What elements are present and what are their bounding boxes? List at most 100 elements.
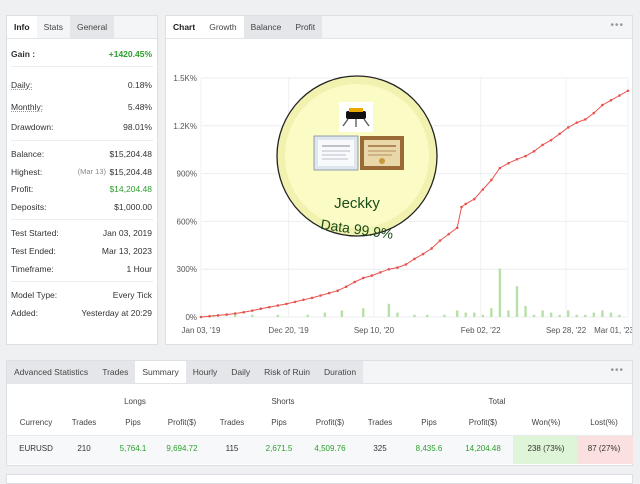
drawdown-value: 98.01% [123, 122, 152, 132]
growth-point [379, 271, 382, 274]
row-longs-pips: 5,764.1 [119, 444, 147, 453]
info-panel: Info Stats General Gain : +1420.45% Dail… [6, 15, 158, 345]
col-shorts-trades: Trades [219, 418, 245, 427]
growth-point [507, 161, 510, 165]
row-shorts-trades: 115 [225, 444, 239, 453]
growth-point [532, 149, 536, 153]
tab-stats[interactable]: Stats [37, 16, 70, 38]
deposits-row: Deposits: $1,000.00 [11, 200, 152, 214]
growth-point [233, 312, 237, 315]
growth-point [225, 313, 228, 316]
deposits-value: $1,000.00 [114, 202, 152, 212]
test-ended-value: Mar 13, 2023 [101, 246, 152, 256]
growth-point [319, 294, 322, 297]
growth-point [584, 118, 587, 121]
volume-bar [575, 314, 578, 317]
growth-point [455, 226, 459, 230]
volume-bar [592, 312, 596, 317]
growth-point [481, 188, 485, 191]
growth-point [302, 298, 305, 302]
growth-point [276, 304, 280, 307]
growth-point [541, 143, 544, 147]
col-total-trades: Trades [367, 418, 393, 427]
tab-advanced-statistics[interactable]: Advanced Statistics [7, 361, 96, 383]
daily-row: Daily: 0.18% [11, 78, 152, 92]
tab-summary[interactable]: Summary [135, 361, 186, 383]
growth-chart: 0% 300% 600% 900% 1.2K% 1.5K% Jan 03, '19 Dec … [173, 74, 632, 335]
y-tick-label: 0% [185, 313, 197, 322]
tab-risk-of-ruin[interactable]: Risk of Ruin [257, 361, 317, 383]
x-tick-label: Sep 10, '20 [354, 326, 395, 335]
stats-menu-button[interactable]: ••• [602, 361, 632, 383]
divider [11, 66, 153, 67]
growth-point [208, 314, 211, 318]
jeckky-watermark-logo: Jeckky Data 99.9% [276, 75, 438, 242]
gain-value: +1420.45% [108, 49, 152, 59]
robot-icon [339, 102, 373, 132]
col-total-pips: Pips [421, 418, 437, 427]
growth-point [199, 315, 203, 319]
col-longs-trades: Trades [71, 418, 97, 427]
growth-point [327, 291, 331, 295]
row-shorts-profit: 4,509.76 [314, 444, 346, 453]
deposits-label: Deposits: [11, 202, 47, 212]
tab-balance[interactable]: Balance [243, 16, 289, 38]
tab-duration[interactable]: Duration [317, 361, 364, 383]
model-type-row: Model Type: Every Tick [11, 288, 152, 302]
tab-daily[interactable]: Daily [224, 361, 258, 383]
growth-point [524, 154, 527, 158]
watermark-name: Jeckky [334, 195, 380, 212]
row-won: 238 (73%) [527, 444, 565, 453]
group-total: Total [488, 397, 506, 406]
daily-label[interactable]: Daily: [11, 78, 32, 92]
row-longs-profit: 9,694.72 [166, 444, 198, 453]
monthly-label[interactable]: Monthly: [11, 100, 43, 114]
chart-tabs: Chart Growth Balance Profit ••• [166, 16, 632, 39]
volume-bar [426, 314, 429, 317]
tab-trades[interactable]: Trades [95, 361, 136, 383]
x-tick-label: Sep 28, '22 [546, 326, 587, 335]
test-started-row: Test Started: Jan 03, 2019 [11, 226, 152, 240]
growth-point [472, 197, 476, 201]
tab-chart[interactable]: Chart [166, 16, 203, 38]
row-total-pips: 8,435.6 [415, 444, 443, 453]
growth-point [618, 94, 621, 97]
volume-bar [456, 310, 459, 317]
row-longs-trades: 210 [77, 444, 91, 453]
tab-general[interactable]: General [69, 16, 115, 38]
tab-info[interactable]: Info [7, 16, 37, 38]
next-panel-edge [6, 474, 633, 484]
growth-point [438, 239, 442, 242]
growth-point [447, 232, 450, 236]
volume-bar [498, 268, 502, 317]
timeframe-label: Timeframe: [11, 264, 54, 274]
growth-point [353, 280, 357, 284]
growth-point [515, 157, 519, 161]
volume-bar [490, 308, 493, 317]
volume-bar [507, 310, 510, 317]
test-started-label: Test Started: [11, 228, 59, 238]
group-longs: Longs [124, 397, 146, 406]
growth-point [361, 276, 365, 280]
chart-menu-button[interactable]: ••• [602, 16, 632, 38]
growth-point [250, 309, 254, 312]
growth-point [430, 247, 433, 250]
daily-value: 0.18% [127, 80, 152, 90]
profit-label: Profit: [11, 184, 34, 194]
tab-hourly[interactable]: Hourly [185, 361, 225, 383]
growth-point [396, 266, 399, 269]
volume-bar [549, 312, 553, 317]
stats-tabs: Advanced Statistics Trades Summary Hourl… [7, 361, 632, 384]
tab-profit[interactable]: Profit [288, 16, 323, 38]
col-longs-profit: Profit($) [167, 418, 197, 427]
growth-point [566, 126, 570, 129]
growth-point [626, 89, 630, 93]
col-longs-pips: Pips [125, 418, 141, 427]
tab-growth[interactable]: Growth [202, 16, 244, 38]
drawdown-label: Drawdown: [11, 122, 54, 132]
highest-value: $15,204.48 [109, 167, 152, 177]
growth-point [216, 314, 220, 317]
gain-row: Gain : +1420.45% [11, 47, 152, 61]
volume-bar [584, 314, 587, 317]
added-row: Added: Yesterday at 20:29 [11, 306, 152, 320]
